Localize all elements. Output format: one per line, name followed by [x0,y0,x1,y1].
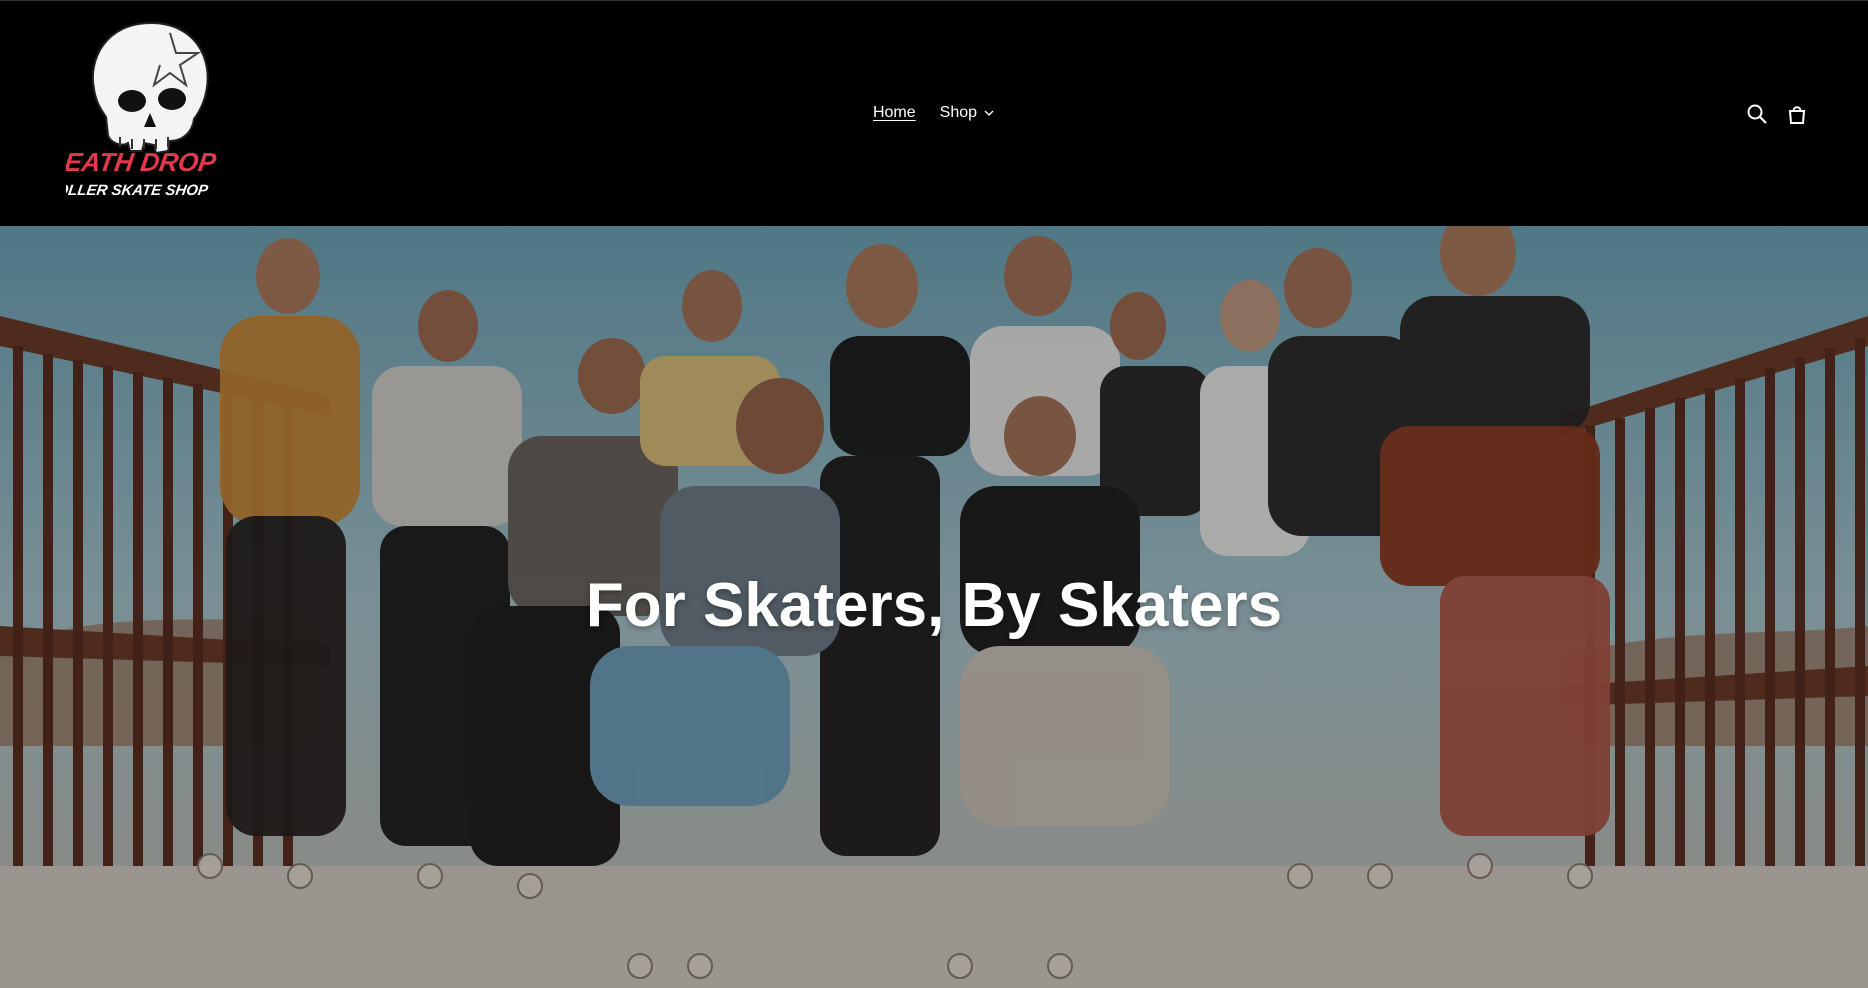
search-icon[interactable] [1746,103,1768,125]
nav-shop-link[interactable]: Shop [940,104,995,122]
site-header: DEATH DROP ROLLER SKATE SHOP Home Shop [0,0,1868,226]
brand-name-line2: ROLLER SKATE SHOP [66,182,210,199]
cart-icon[interactable] [1786,103,1808,125]
chevron-down-icon [984,110,994,116]
hero-title: For Skaters, By Skaters [585,571,1283,640]
nav-home-link[interactable]: Home [873,104,916,122]
hero-banner: For Skaters, By Skaters [0,226,1868,988]
brand-name-line1: DEATH DROP [66,147,218,177]
nav-shop-label: Shop [939,104,978,121]
header-icons [1746,103,1808,125]
main-nav: Home Shop [0,104,1868,122]
